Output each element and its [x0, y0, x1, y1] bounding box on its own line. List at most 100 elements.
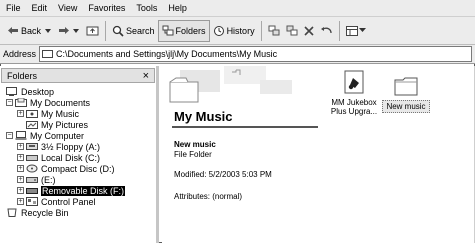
file-item-label: MM Jukebox Plus Upgra...: [328, 98, 380, 116]
file-item-label-line: MM Jukebox: [331, 98, 377, 107]
hard-disk-icon: [26, 153, 38, 162]
views-button[interactable]: [343, 20, 369, 42]
delete-icon: [304, 25, 314, 36]
tree-item-label: Recycle Bin: [21, 207, 69, 218]
close-icon[interactable]: ×: [143, 70, 149, 82]
expand-icon[interactable]: +: [17, 165, 24, 172]
floppy-drive-icon: [26, 142, 38, 151]
address-value: C:\Documents and Settings\jlj\My Documen…: [56, 49, 278, 59]
forward-arrow-icon: [59, 27, 70, 34]
jukebox-icon: [344, 70, 364, 94]
page-title: My Music: [174, 109, 233, 124]
title-divider: [172, 126, 318, 128]
expand-icon[interactable]: +: [17, 187, 24, 194]
tree-item-my-music[interactable]: + My Music: [17, 108, 79, 119]
menu-view[interactable]: View: [58, 3, 77, 13]
file-item-label-line: Plus Upgra...: [330, 107, 378, 116]
tree-item-label: (E:): [41, 174, 56, 185]
up-folder-icon: [86, 26, 99, 36]
selected-item-modified: Modified: 5/2/2003 5:03 PM: [174, 170, 272, 179]
history-icon: [213, 25, 224, 36]
copy-to-icon: [286, 25, 298, 36]
recycle-bin-icon: [6, 208, 18, 217]
folder-icon: [42, 50, 54, 58]
toolbar-separator: [260, 20, 262, 41]
menu-edit[interactable]: Edit: [32, 3, 48, 13]
move-to-button[interactable]: [265, 20, 283, 42]
folders-pane: Folders × Desktop − My Documents + My Mu…: [0, 66, 159, 243]
move-to-icon: [268, 25, 280, 36]
tree-item-drive-e[interactable]: + (E:): [17, 174, 56, 185]
selected-item-name: New music: [174, 140, 216, 149]
menu-file[interactable]: File: [6, 3, 21, 13]
tree-item-my-documents[interactable]: − My Documents: [6, 97, 90, 108]
expand-icon[interactable]: +: [17, 176, 24, 183]
views-icon: [345, 25, 358, 36]
documents-folder-icon: [15, 97, 27, 107]
tree-item-removable-disk[interactable]: + Removable Disk (F:): [17, 185, 126, 196]
music-folder-icon: [26, 109, 38, 118]
tree-item-label: Local Disk (C:): [41, 152, 101, 163]
file-item-jukebox[interactable]: MM Jukebox Plus Upgra...: [328, 70, 380, 116]
menu-tools[interactable]: Tools: [136, 3, 157, 13]
copy-to-button[interactable]: [283, 20, 301, 42]
views-dropdown-icon[interactable]: [358, 28, 366, 33]
folders-button[interactable]: Folders: [157, 19, 210, 42]
undo-icon: [320, 26, 332, 33]
expand-icon[interactable]: +: [17, 110, 24, 117]
address-input[interactable]: C:\Documents and Settings\jlj\My Documen…: [39, 46, 472, 62]
tree-item-label: 3½ Floppy (A:): [41, 141, 101, 152]
tree-item-desktop[interactable]: Desktop: [6, 86, 54, 97]
folders-pane-title: Folders: [7, 70, 38, 81]
tree-item-local-disk[interactable]: + Local Disk (C:): [17, 152, 100, 163]
forward-dropdown-icon[interactable]: [72, 28, 80, 34]
address-label: Address: [3, 49, 37, 59]
tree-item-control-panel[interactable]: + Control Panel: [17, 196, 96, 207]
menu-favorites[interactable]: Favorites: [88, 3, 125, 13]
folders-label: Folders: [175, 25, 206, 36]
toolbar-separator: [338, 20, 340, 41]
toolbar: Back Search Folders History: [0, 17, 475, 45]
toolbar-separator: [105, 20, 107, 41]
tree-item-label: Desktop: [21, 86, 55, 97]
file-item-new-music[interactable]: New music: [382, 76, 430, 113]
delete-button[interactable]: [301, 20, 317, 42]
expand-icon[interactable]: +: [17, 154, 24, 161]
folders-icon: [162, 25, 174, 36]
address-bar: Address C:\Documents and Settings\jlj\My…: [0, 45, 475, 64]
cd-drive-icon: [26, 164, 38, 173]
tree-item-recycle-bin[interactable]: Recycle Bin: [6, 207, 69, 218]
undo-button[interactable]: [317, 20, 336, 42]
history-button[interactable]: History: [210, 20, 258, 42]
tree-item-label: My Computer: [30, 130, 85, 141]
tree-item-label: Removable Disk (F:): [41, 185, 126, 196]
back-dropdown-icon[interactable]: [44, 28, 52, 34]
tree-item-label: My Music: [41, 108, 79, 119]
tree-item-label: Control Panel: [41, 196, 96, 207]
tree-item-compact-disc[interactable]: + Compact Disc (D:): [17, 163, 115, 174]
folders-pane-header: Folders ×: [1, 68, 155, 83]
back-arrow-icon: [8, 27, 18, 34]
back-label: Back: [21, 25, 42, 36]
tree-item-label: My Documents: [30, 97, 91, 108]
tree-item-my-pictures[interactable]: My Pictures: [26, 119, 88, 130]
search-button[interactable]: Search: [109, 20, 158, 42]
menu-help[interactable]: Help: [168, 3, 187, 13]
collapse-icon[interactable]: −: [6, 99, 13, 106]
selected-item-type: File Folder: [174, 150, 212, 159]
desktop-icon: [6, 87, 18, 96]
up-folder-button[interactable]: [83, 20, 102, 42]
expand-icon[interactable]: +: [17, 143, 24, 150]
control-panel-icon: [26, 197, 38, 206]
tree-item-my-computer[interactable]: − My Computer: [6, 130, 84, 141]
selected-item-attributes: Attributes: (normal): [174, 192, 243, 201]
tree-item-label: My Pictures: [41, 119, 89, 130]
forward-button[interactable]: [55, 20, 83, 42]
tree-item-floppy[interactable]: + 3½ Floppy (A:): [17, 141, 100, 152]
search-icon: [112, 25, 124, 37]
file-item-label: New music: [382, 100, 430, 113]
expand-icon[interactable]: +: [17, 198, 24, 205]
search-label: Search: [126, 25, 155, 36]
back-button[interactable]: Back: [4, 20, 55, 42]
collapse-icon[interactable]: −: [6, 132, 13, 139]
